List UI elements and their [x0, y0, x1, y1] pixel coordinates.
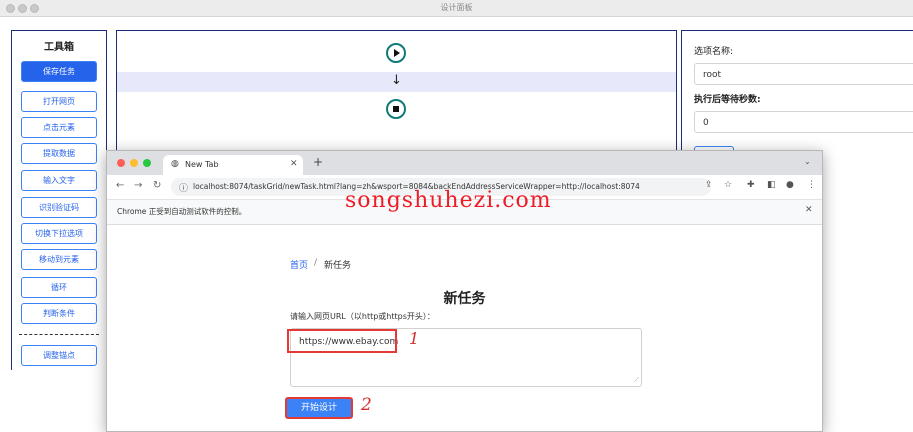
desktop-background-right: [821, 370, 913, 420]
tab-strip: ◍ New Tab ✕ + ⌄: [107, 151, 822, 175]
back-icon[interactable]: ←: [116, 180, 124, 191]
globe-icon: ◍: [171, 159, 179, 169]
highlight-box-url: [287, 329, 397, 353]
flow-arrow: ↓: [391, 73, 402, 88]
toolbox-title: 工具箱: [44, 42, 74, 53]
wait-seconds-label: 执行后等待秒数:: [694, 95, 761, 105]
browser-maximize-button[interactable]: [143, 159, 151, 167]
page-title: 新任务: [443, 291, 486, 307]
toolbox-divider: [19, 334, 99, 335]
click-element-tool[interactable]: 点击元素: [21, 117, 97, 138]
start-node[interactable]: [386, 43, 406, 63]
play-icon: [394, 49, 400, 57]
watermark-text: songshuhezi.com: [345, 188, 552, 213]
start-design-button[interactable]: 开始设计: [285, 397, 353, 419]
site-info-icon[interactable]: ⓘ: [179, 181, 188, 194]
extensions-icon[interactable]: ✚: [747, 180, 755, 190]
profile-icon[interactable]: ●: [786, 180, 794, 190]
side-panel-icon[interactable]: ◧: [767, 180, 776, 190]
save-task-button[interactable]: 保存任务: [21, 61, 97, 82]
input-text-tool[interactable]: 输入文字: [21, 170, 97, 191]
stop-icon: [393, 106, 399, 112]
forward-icon[interactable]: →: [134, 180, 142, 191]
tab-close-icon[interactable]: ✕: [290, 159, 298, 169]
app-titlebar: 设计面板: [0, 0, 913, 17]
option-name-input[interactable]: root: [694, 63, 913, 85]
extract-data-tool[interactable]: 提取数据: [21, 143, 97, 164]
desktop-background: [0, 370, 106, 420]
annotation-number-2: 2: [361, 395, 372, 415]
menu-kebab-icon[interactable]: ⋮: [807, 180, 816, 190]
end-node[interactable]: [386, 99, 406, 119]
bookmark-star-icon[interactable]: ☆: [724, 180, 732, 190]
url-field-label: 请输入网页URL（以http或https开头）：: [290, 312, 435, 321]
tab-new-task[interactable]: ◍ New Tab ✕: [163, 155, 303, 175]
switch-dropdown-tool[interactable]: 切换下拉选项: [21, 223, 97, 244]
toolbox-panel: 工具箱 保存任务 打开网页 点击元素 提取数据 输入文字 识别验证码 切换下拉选…: [11, 30, 107, 372]
automation-message: Chrome 正受到自动测试软件的控制。: [117, 207, 247, 216]
option-name-label: 选项名称:: [694, 47, 734, 57]
infobar-close-icon[interactable]: ✕: [805, 205, 813, 215]
reload-icon[interactable]: ↻: [153, 180, 161, 191]
chevron-down-icon[interactable]: ⌄: [804, 157, 811, 166]
breadcrumb-home-link[interactable]: 首页: [290, 258, 308, 271]
recognize-captcha-tool[interactable]: 识别验证码: [21, 197, 97, 218]
browser-close-button[interactable]: [117, 159, 125, 167]
resize-handle-icon[interactable]: ⟋: [634, 376, 639, 385]
breadcrumb-current: 新任务: [324, 261, 352, 271]
window-title: 设计面板: [440, 3, 473, 12]
adjust-anchor-tool[interactable]: 调整锚点: [21, 345, 97, 366]
wait-seconds-input[interactable]: 0: [694, 111, 913, 133]
browser-minimize-button[interactable]: [130, 159, 138, 167]
tab-title: New Tab: [185, 160, 219, 169]
condition-tool[interactable]: 判断条件: [21, 303, 97, 324]
open-page-tool[interactable]: 打开网页: [21, 91, 97, 112]
browser-window: ◍ New Tab ✕ + ⌄ ← → ↻ ⓘ localhost:8074/t…: [106, 150, 823, 432]
new-tab-button[interactable]: +: [313, 155, 323, 169]
annotation-number-1: 1: [409, 329, 420, 348]
breadcrumb-separator: /: [314, 258, 318, 268]
share-icon[interactable]: ⇪: [705, 180, 713, 190]
move-to-element-tool[interactable]: 移动到元素: [21, 249, 97, 270]
page-content: 首页 / 新任务 新任务 请输入网页URL（以http或https开头）： ht…: [107, 225, 822, 431]
loop-tool[interactable]: 循环: [21, 277, 97, 298]
